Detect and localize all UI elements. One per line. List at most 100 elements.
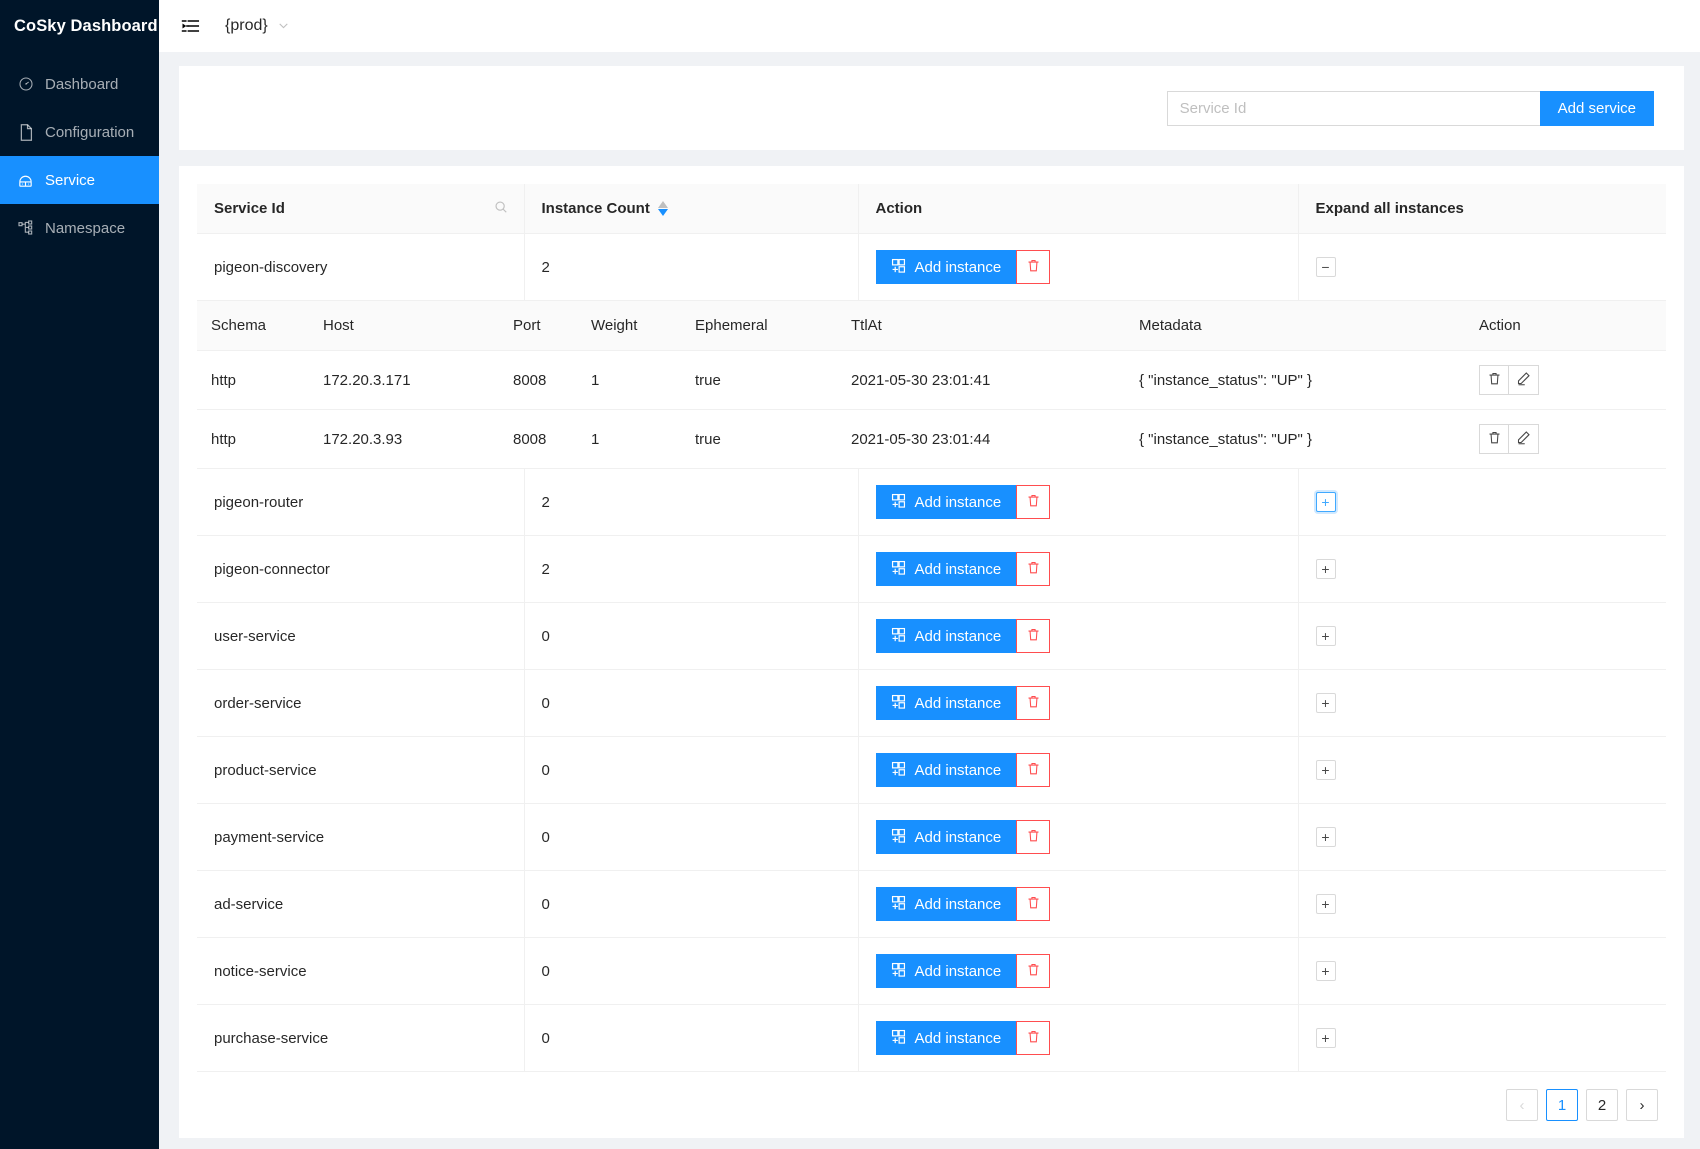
cell-service-id: pigeon-connector — [197, 535, 525, 603]
column-header-instance-count[interactable]: Instance Count — [524, 184, 859, 234]
instance-column-header: Schema — [197, 301, 309, 351]
service-row: ad-service 0 Add instance + — [197, 870, 1666, 938]
cell-expand: + — [1298, 803, 1666, 871]
expand-row-toggle[interactable]: + — [1315, 827, 1336, 847]
sort-toggle-icon[interactable] — [657, 201, 668, 216]
dashboard-icon — [17, 76, 34, 93]
expand-row-toggle[interactable]: + — [1315, 894, 1336, 914]
sidebar-item-label: Namespace — [45, 219, 126, 237]
row-action-group: Add instance — [875, 954, 1051, 988]
instance-action-group — [1479, 424, 1539, 454]
pagination-prev-button[interactable]: ‹ — [1506, 1089, 1538, 1121]
delete-service-button[interactable] — [1016, 753, 1051, 787]
cell-action: Add instance — [858, 602, 1299, 670]
delete-service-button[interactable] — [1016, 619, 1051, 653]
expand-row-toggle[interactable]: − — [1315, 257, 1336, 277]
cloud-server-icon — [17, 172, 34, 189]
delete-service-button[interactable] — [1016, 686, 1051, 720]
add-instance-label: Add instance — [914, 895, 1002, 913]
expand-row-toggle[interactable]: + — [1315, 1028, 1336, 1048]
cell-metadata: { "instance_status": "UP" } — [1139, 430, 1313, 448]
add-service-button[interactable]: Add service — [1539, 90, 1654, 126]
add-instance-button[interactable]: Add instance — [875, 485, 1017, 519]
service-id-text: notice-service — [214, 962, 307, 980]
cell-expand: + — [1298, 1004, 1666, 1072]
pagination-next-button[interactable]: › — [1626, 1089, 1658, 1121]
expand-row-toggle[interactable]: + — [1315, 693, 1336, 713]
expand-row-toggle[interactable]: + — [1315, 760, 1336, 780]
app-root: CoSky Dashboard Dashboard Configuration — [0, 0, 1700, 1149]
delete-service-button[interactable] — [1016, 1021, 1051, 1055]
cell-instance-action — [1465, 410, 1666, 469]
instance-count-text: 2 — [541, 258, 550, 276]
sidebar-item-namespace[interactable]: Namespace — [0, 204, 159, 252]
trash-icon — [1026, 694, 1041, 712]
sidebar: CoSky Dashboard Dashboard Configuration — [0, 0, 159, 1149]
cell-instance-count: 0 — [524, 937, 859, 1005]
instance-table-head: Schema Host Port Weight Ephemeral TtlAt Metada… — [197, 301, 1666, 351]
service-id-text: order-service — [214, 694, 302, 712]
instance-column-header: Ephemeral — [681, 301, 837, 351]
instance-count-text: 0 — [541, 627, 550, 645]
service-table-head: Service Id Instance Count Action Expand … — [197, 184, 1666, 234]
cell-action: Add instance — [858, 803, 1299, 871]
delete-service-button[interactable] — [1016, 954, 1051, 988]
add-instance-button[interactable]: Add instance — [875, 250, 1017, 284]
add-instance-button[interactable]: Add instance — [875, 820, 1017, 854]
add-instance-button[interactable]: Add instance — [875, 753, 1017, 787]
sidebar-item-label: Configuration — [45, 123, 135, 141]
add-instance-button[interactable]: Add instance — [875, 686, 1017, 720]
delete-instance-button[interactable] — [1479, 365, 1509, 395]
service-table-card: Service Id Instance Count Action Expand … — [179, 166, 1684, 1138]
expand-row-toggle[interactable]: + — [1315, 626, 1336, 646]
sidebar-item-service[interactable]: Service — [0, 156, 159, 204]
search-icon[interactable] — [494, 200, 508, 218]
service-id-text: product-service — [214, 761, 317, 779]
add-instance-button[interactable]: Add instance — [875, 619, 1017, 653]
cell-expand: + — [1298, 870, 1666, 938]
delete-service-button[interactable] — [1016, 485, 1051, 519]
edit-instance-button[interactable] — [1509, 424, 1539, 454]
search-input[interactable] — [1166, 90, 1540, 126]
add-instance-label: Add instance — [914, 694, 1002, 712]
pagination-page-2[interactable]: 2 — [1586, 1089, 1618, 1121]
appstore-add-icon — [891, 828, 906, 847]
instance-column-header: TtlAt — [837, 301, 1125, 351]
service-row: pigeon-connector 2 Add instance + — [197, 535, 1666, 603]
delete-service-button[interactable] — [1016, 820, 1051, 854]
sidebar-item-configuration[interactable]: Configuration — [0, 108, 159, 156]
instance-column-header: Action — [1465, 301, 1666, 351]
namespace-selector[interactable]: {prod} — [225, 17, 290, 35]
cell-service-id: pigeon-discovery — [197, 233, 525, 301]
add-instance-button[interactable]: Add instance — [875, 552, 1017, 586]
expand-row-toggle[interactable]: + — [1315, 961, 1336, 981]
delete-instance-button[interactable] — [1479, 424, 1509, 454]
cell-expand: + — [1298, 937, 1666, 1005]
pencil-icon — [1516, 371, 1531, 389]
delete-service-button[interactable] — [1016, 250, 1051, 284]
edit-instance-button[interactable] — [1509, 365, 1539, 395]
sidebar-item-dashboard[interactable]: Dashboard — [0, 60, 159, 108]
expand-row-toggle[interactable]: + — [1315, 492, 1336, 512]
add-instance-button[interactable]: Add instance — [875, 887, 1017, 921]
row-action-group: Add instance — [875, 1021, 1051, 1055]
cell-service-id: product-service — [197, 736, 525, 804]
column-header-expand-all[interactable]: Expand all instances — [1298, 184, 1666, 234]
add-instance-button[interactable]: Add instance — [875, 1021, 1017, 1055]
delete-service-button[interactable] — [1016, 887, 1051, 921]
cell-port: 8008 — [513, 430, 547, 448]
menu-fold-icon[interactable] — [177, 13, 203, 39]
cell-host: 172.20.3.93 — [323, 430, 403, 448]
add-instance-label: Add instance — [914, 962, 1002, 980]
sidebar-item-label: Dashboard — [45, 75, 119, 93]
column-label: Instance Count — [541, 200, 650, 217]
instance-count-text: 0 — [541, 828, 550, 846]
service-id-text: pigeon-router — [214, 493, 304, 511]
appstore-add-icon — [891, 962, 906, 981]
instance-column-header: Metadata — [1125, 301, 1465, 351]
delete-service-button[interactable] — [1016, 552, 1051, 586]
cell-instance-count: 0 — [524, 870, 859, 938]
add-instance-button[interactable]: Add instance — [875, 954, 1017, 988]
expand-row-toggle[interactable]: + — [1315, 559, 1336, 579]
pagination-page-1[interactable]: 1 — [1546, 1089, 1578, 1121]
